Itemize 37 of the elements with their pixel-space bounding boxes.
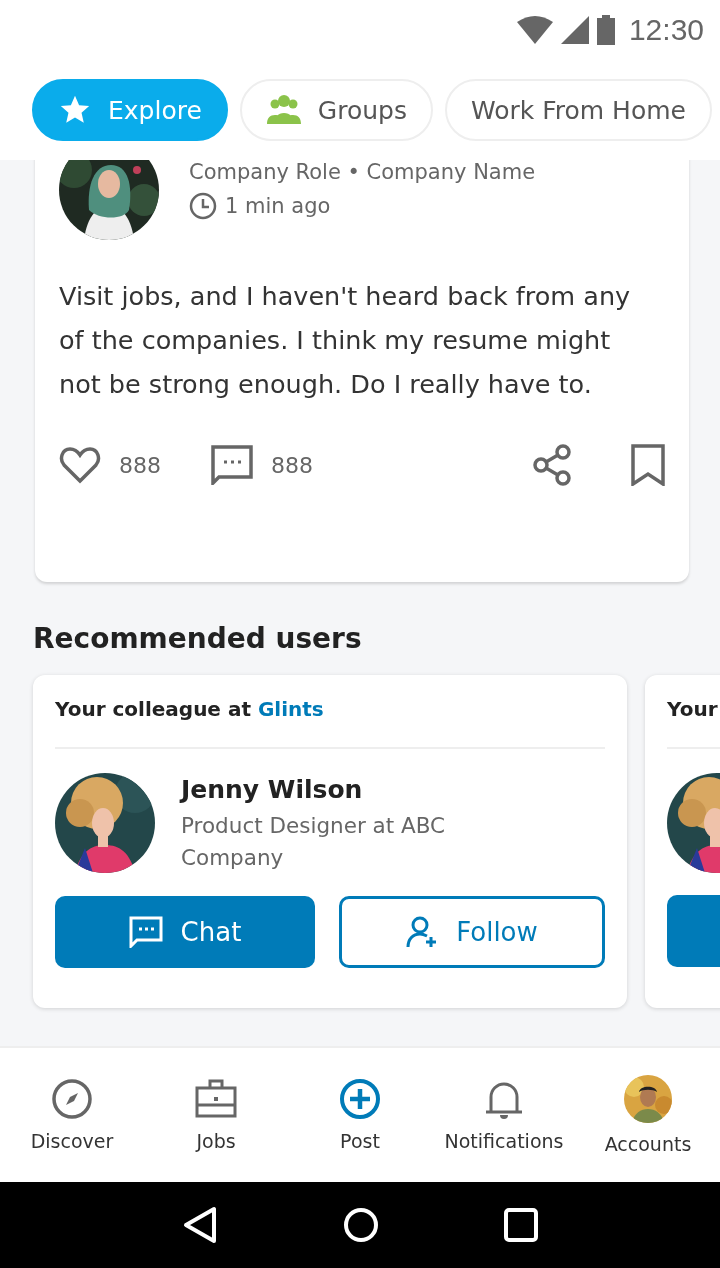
- chat-button[interactable]: Chat: [55, 896, 315, 968]
- post-time: 1 min ago: [225, 194, 331, 218]
- nav-tab[interactable]: Notifications: [432, 1048, 576, 1182]
- author-meta: Company Role • Company Name: [189, 160, 536, 184]
- chat-icon: [128, 916, 163, 948]
- home-icon[interactable]: [343, 1207, 379, 1243]
- clock-time: 12:30: [628, 13, 704, 47]
- battery-icon: [596, 15, 615, 45]
- briefcase-icon: [195, 1078, 237, 1120]
- like-count: 888: [119, 452, 161, 478]
- card-header: Your colleague at Glints: [55, 697, 605, 749]
- section-title: Recommended users: [33, 622, 363, 655]
- user-role: Product Designer at ABC Company: [181, 812, 447, 872]
- nav-tab[interactable]: Accounts: [576, 1048, 720, 1182]
- signal-icon: [560, 16, 589, 44]
- comment-count: 888: [271, 452, 313, 478]
- clock-icon: [189, 192, 217, 220]
- nav-tab[interactable]: Discover: [0, 1048, 144, 1182]
- group-icon: [265, 94, 302, 126]
- back-icon[interactable]: [182, 1205, 219, 1245]
- heart-icon[interactable]: [59, 446, 101, 484]
- wifi-icon: [516, 16, 553, 44]
- comment-icon[interactable]: [211, 445, 253, 485]
- card-header: Your: [667, 697, 720, 749]
- nav-tab[interactable]: Jobs: [144, 1048, 288, 1182]
- post-text: Visit jobs, and I haven't heard back from any of the companies. I think my resume might not be strong enough. Do I really have to.: [59, 280, 632, 401]
- compass-icon: [51, 1078, 93, 1120]
- share-icon[interactable]: [533, 444, 573, 486]
- recents-icon[interactable]: [503, 1208, 538, 1242]
- add-user-icon: [406, 915, 439, 949]
- add-icon: [339, 1078, 381, 1120]
- bookmark-icon[interactable]: [631, 444, 665, 486]
- filter-chip[interactable]: Work From Home: [444, 79, 712, 141]
- nav-tab[interactable]: Post: [288, 1048, 432, 1182]
- follow-button[interactable]: Follow: [339, 896, 605, 968]
- user-name: Jenny Wilson: [181, 775, 364, 804]
- filter-chip[interactable]: Groups: [239, 79, 433, 141]
